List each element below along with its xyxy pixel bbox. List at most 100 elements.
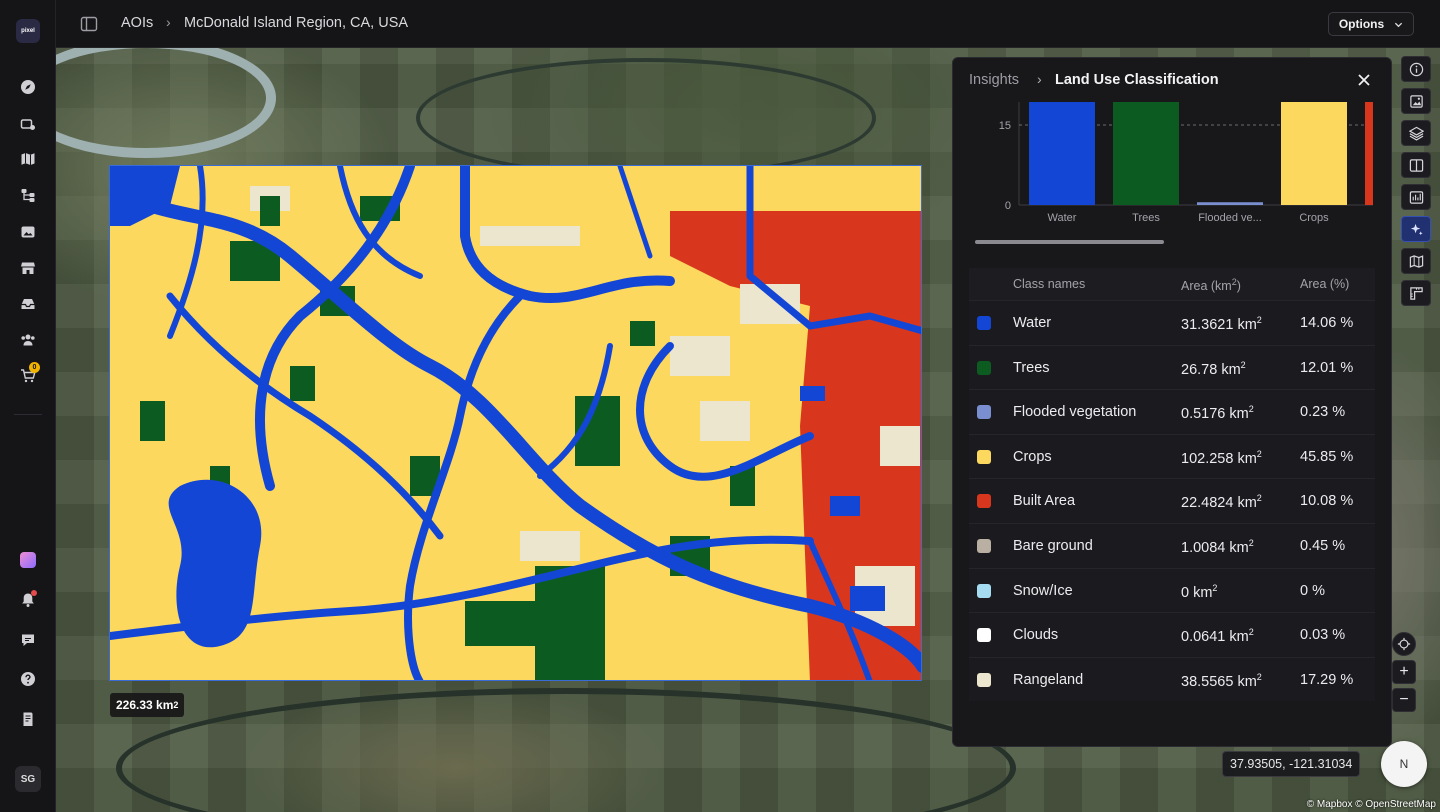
app-tile-icon[interactable] xyxy=(18,550,38,570)
table-row[interactable]: Built Area 22.4824 km2 10.08 % xyxy=(969,478,1375,523)
bell-icon[interactable] xyxy=(18,590,38,610)
user-avatar[interactable]: SG xyxy=(15,766,41,792)
col-header-area-pct[interactable]: Area (%) xyxy=(1300,277,1349,291)
class-area-value: 38.5565 km xyxy=(1181,673,1257,690)
help-icon[interactable] xyxy=(18,669,38,689)
class-area-pct: 0 % xyxy=(1300,582,1325,599)
bar-trees xyxy=(1113,102,1179,205)
class-area-pct: 0.45 % xyxy=(1300,537,1346,554)
options-label: Options xyxy=(1338,17,1385,31)
compass-label: N xyxy=(1399,757,1409,771)
table-row[interactable]: Clouds 0.0641 km2 0.03 % xyxy=(969,612,1375,657)
class-name: Trees xyxy=(1013,359,1050,376)
measure-tool-icon[interactable] xyxy=(1401,280,1431,306)
zoom-out-button[interactable]: − xyxy=(1392,688,1416,712)
class-area-unit-sup: 2 xyxy=(1256,671,1262,682)
panel-title: Land Use Classification xyxy=(1055,72,1219,88)
store-icon[interactable] xyxy=(18,258,38,278)
col-header-class-names[interactable]: Class names xyxy=(1013,277,1085,291)
ai-sparkle-tool-icon[interactable] xyxy=(1401,216,1431,242)
class-color-swatch xyxy=(977,672,991,687)
class-name: Water xyxy=(1013,315,1052,331)
close-icon[interactable] xyxy=(1355,71,1373,89)
class-color-swatch xyxy=(977,449,991,464)
image-tool-icon[interactable] xyxy=(1401,88,1431,114)
table-row[interactable]: Trees 26.78 km2 12.01 % xyxy=(969,344,1375,390)
locate-icon[interactable] xyxy=(1392,632,1416,656)
bar-partial-next xyxy=(1365,102,1373,205)
table-row[interactable]: Flooded vegetation 0.5176 km2 0.23 % xyxy=(969,389,1375,434)
class-area-pct: 45.85 % xyxy=(1300,448,1354,465)
storage-icon[interactable] xyxy=(18,294,38,314)
compass-north-button[interactable]: N xyxy=(1381,741,1427,787)
compass-icon[interactable] xyxy=(18,77,38,97)
cart-icon[interactable]: 0 xyxy=(18,362,40,386)
col-header-area-km-text: Area (km xyxy=(1181,279,1232,294)
class-color-swatch xyxy=(977,494,991,509)
top-bar: AOIs › McDonald Island Region, CA, USA O… xyxy=(56,0,1440,48)
map-river xyxy=(116,688,1016,812)
chat-icon[interactable] xyxy=(18,630,38,650)
breadcrumb-current: McDonald Island Region, CA, USA xyxy=(184,15,409,31)
map-attribution[interactable]: © Mapbox © OpenStreetMap xyxy=(1307,799,1436,810)
basemap-tool-icon[interactable] xyxy=(1401,248,1431,274)
land-use-bar-chart: 0 15 Water Trees Flooded ve... Crops xyxy=(953,102,1391,242)
table-row[interactable]: Crops 102.258 km2 45.85 % xyxy=(969,433,1375,479)
options-button[interactable]: Options xyxy=(1328,12,1414,36)
satellite-icon[interactable] xyxy=(18,114,38,134)
table-header: Class names Area (km2) Area (%) xyxy=(969,268,1375,300)
breadcrumb-chevron-icon: › xyxy=(166,14,171,30)
class-area-pct: 14.06 % xyxy=(1300,315,1354,331)
bar-crops xyxy=(1281,102,1347,205)
class-area-unit-sup: 2 xyxy=(1248,537,1254,548)
table-body: Water 31.3621 km2 14.06 % Trees 26.78 km2 12.… xyxy=(969,300,1375,702)
split-view-tool-icon[interactable] xyxy=(1401,152,1431,178)
x-tick-label: Trees xyxy=(1132,212,1160,224)
class-area-value: 1.0084 km xyxy=(1181,539,1249,556)
breadcrumb-aois[interactable]: AOIs xyxy=(121,15,153,31)
zoom-in-button[interactable]: + xyxy=(1392,660,1416,684)
class-color-swatch xyxy=(977,360,991,375)
land-use-classification-overlay[interactable] xyxy=(109,165,922,681)
col-header-area-km[interactable]: Area (km2) xyxy=(1181,277,1241,293)
class-area-value: 31.3621 km xyxy=(1181,316,1257,333)
map-river xyxy=(56,48,276,158)
class-area-unit-sup: 2 xyxy=(1212,582,1218,593)
table-row[interactable]: Water 31.3621 km2 14.06 % xyxy=(969,300,1375,345)
chevron-down-icon xyxy=(1395,22,1403,27)
table-row[interactable]: Snow/Ice 0 km2 0 % xyxy=(969,567,1375,613)
cart-count-badge: 0 xyxy=(29,362,40,373)
class-area-unit-sup: 2 xyxy=(1256,493,1262,504)
class-area-unit-sup: 2 xyxy=(1248,404,1254,415)
class-area-km: 26.78 km2 xyxy=(1181,360,1246,378)
sidebar-toggle-icon[interactable] xyxy=(80,15,98,33)
class-area-pct: 10.08 % xyxy=(1300,493,1354,510)
panel-breadcrumb-insights[interactable]: Insights xyxy=(969,72,1019,88)
analytics-tool-icon[interactable] xyxy=(1401,184,1431,210)
layers-tool-icon[interactable] xyxy=(1401,120,1431,146)
rail-divider xyxy=(14,414,42,415)
classification-raster xyxy=(110,166,921,680)
class-color-swatch xyxy=(977,316,991,330)
info-tool-icon[interactable] xyxy=(1401,56,1431,82)
docs-icon[interactable] xyxy=(18,709,38,729)
gallery-icon[interactable] xyxy=(18,222,38,242)
app-logo[interactable]: pixel xyxy=(16,19,40,43)
chart-horizontal-scrollbar[interactable] xyxy=(975,240,1164,244)
team-icon[interactable] xyxy=(18,330,38,350)
breadcrumb-chevron-icon: › xyxy=(1037,71,1042,87)
class-area-unit-sup: 2 xyxy=(1240,359,1246,370)
class-name: Crops xyxy=(1013,448,1052,465)
table-row[interactable]: Rangeland 38.5565 km2 17.29 % xyxy=(969,656,1375,702)
class-color-swatch xyxy=(977,538,991,553)
class-area-unit-sup: 2 xyxy=(1256,315,1262,325)
class-area-pct: 12.01 % xyxy=(1300,359,1354,376)
workflow-icon[interactable] xyxy=(18,185,38,205)
class-name: Clouds xyxy=(1013,627,1059,644)
class-area-value: 26.78 km xyxy=(1181,361,1241,378)
panel-header: Insights › Land Use Classification xyxy=(953,58,1391,102)
class-name: Bare ground xyxy=(1013,537,1093,554)
x-tick-label: Crops xyxy=(1299,212,1329,224)
table-row[interactable]: Bare ground 1.0084 km2 0.45 % xyxy=(969,522,1375,568)
map-icon[interactable] xyxy=(18,149,38,169)
